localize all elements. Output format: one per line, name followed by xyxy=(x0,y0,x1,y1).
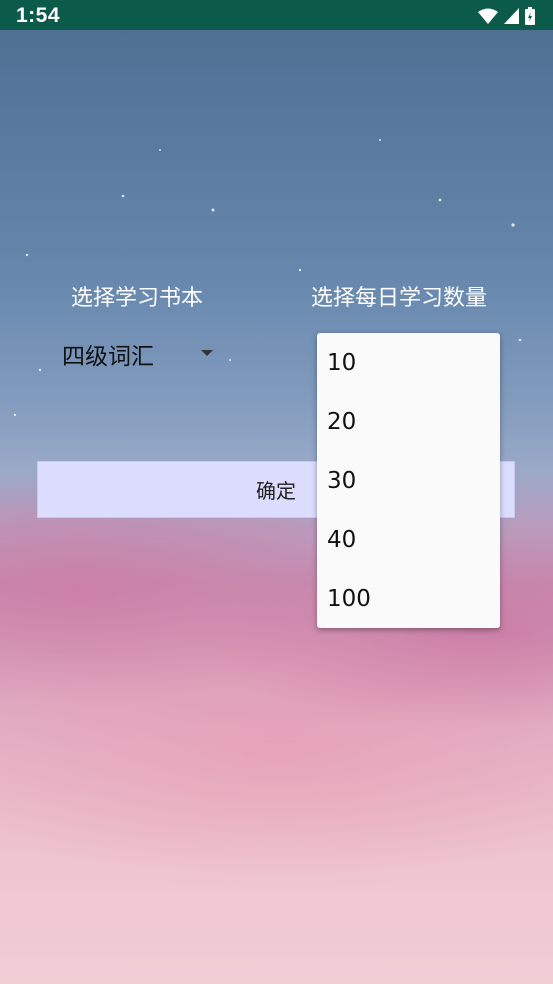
menu-option-20[interactable]: 20 xyxy=(317,392,500,451)
daily-count-label: 选择每日学习数量 xyxy=(311,286,488,311)
book-select[interactable]: 四级词汇 xyxy=(62,336,222,372)
menu-option-10[interactable]: 10 xyxy=(317,333,500,392)
menu-option-40[interactable]: 40 xyxy=(317,510,500,569)
menu-option-100[interactable]: 100 xyxy=(317,569,500,628)
menu-option-label: 40 xyxy=(327,526,357,553)
menu-option-label: 20 xyxy=(327,408,357,435)
status-time: 1:54 xyxy=(16,4,61,27)
moon-icon xyxy=(263,323,278,347)
signal-icon xyxy=(504,8,519,24)
daily-count-dropdown-menu: 10 20 30 40 100 xyxy=(317,333,500,628)
confirm-button-label: 确定 xyxy=(256,479,296,503)
wifi-icon xyxy=(478,8,498,24)
menu-option-label: 10 xyxy=(327,349,357,376)
book-select-value: 四级词汇 xyxy=(62,344,154,370)
battery-icon xyxy=(525,7,535,25)
status-bar: 1:54 xyxy=(0,0,553,30)
menu-option-label: 30 xyxy=(327,467,357,494)
status-icons xyxy=(478,7,535,25)
menu-option-label: 100 xyxy=(327,585,371,612)
dropdown-arrow-icon xyxy=(201,350,213,356)
menu-option-30[interactable]: 30 xyxy=(317,451,500,510)
book-label: 选择学习书本 xyxy=(71,286,204,311)
